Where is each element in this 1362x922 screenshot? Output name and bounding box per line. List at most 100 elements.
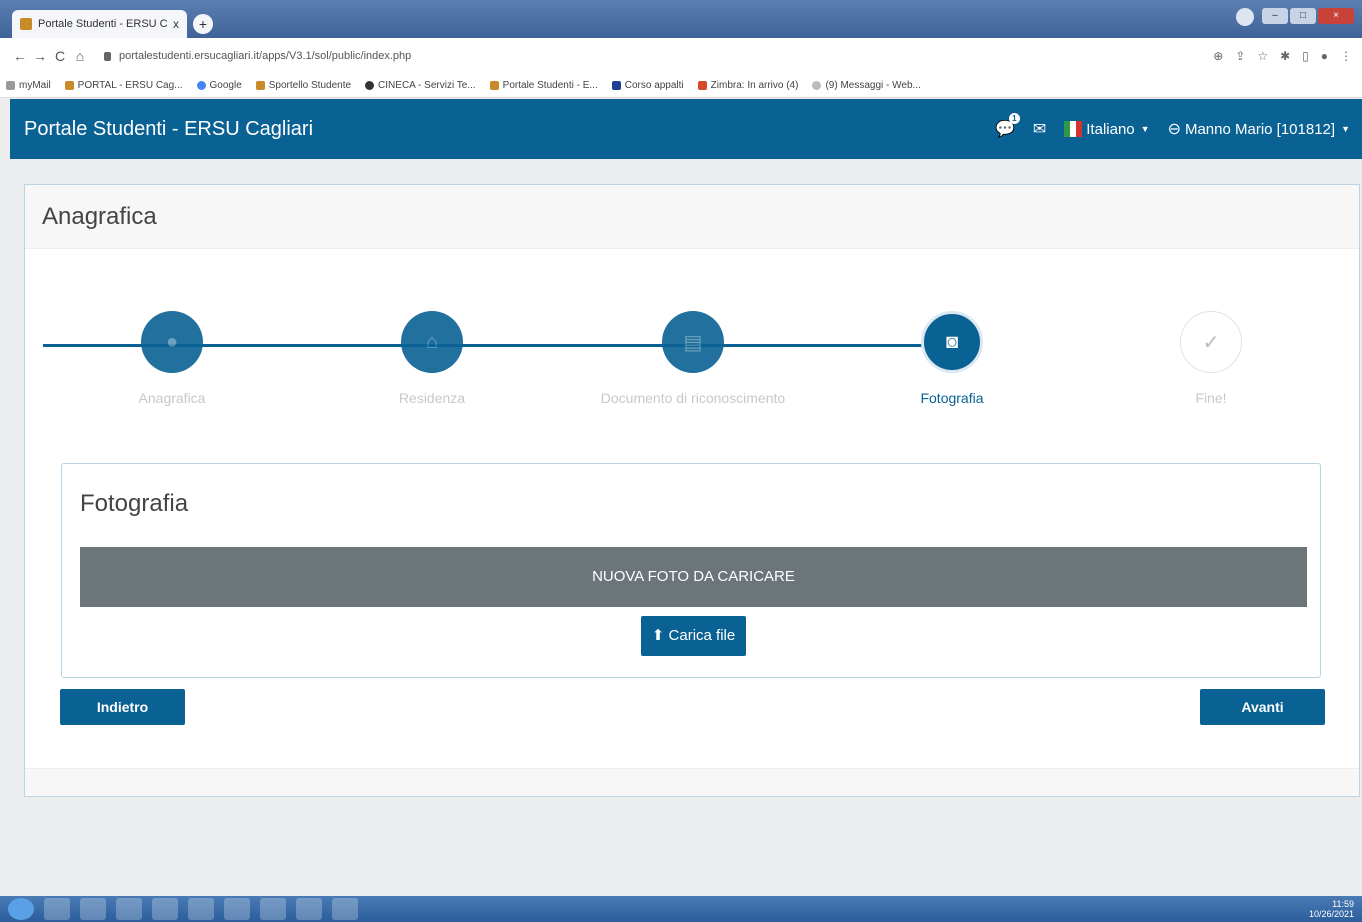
clock-time: 11:59 <box>1332 899 1354 909</box>
internet-explorer-icon[interactable] <box>44 898 70 920</box>
bookmark-icon <box>6 81 15 90</box>
url-field[interactable]: portalestudenti.ersucagliari.it/apps/V3.… <box>104 50 411 62</box>
lock-icon <box>104 51 111 61</box>
step-fotografia[interactable]: ◙ Fotografia <box>872 311 1032 406</box>
media-player-icon[interactable] <box>116 898 142 920</box>
bookmark-item[interactable]: Google <box>196 80 242 91</box>
publisher-icon[interactable] <box>188 898 214 920</box>
profile-icon[interactable]: ● <box>1321 49 1328 63</box>
sidebar-icon[interactable]: ▯ <box>1302 49 1309 63</box>
panel-footer <box>25 768 1359 796</box>
bookmark-icon <box>611 81 621 90</box>
step-label: Documento di riconoscimento <box>600 390 786 406</box>
language-selector[interactable]: Italiano ▼ <box>1064 120 1150 138</box>
step-residenza[interactable]: ⌂ Residenza <box>352 311 512 406</box>
address-bar: ← → C ⌂ portalestudenti.ersucagliari.it/… <box>0 38 1362 74</box>
share-icon[interactable]: ⇪ <box>1235 49 1245 63</box>
step-documento[interactable]: ▤ Documento di riconoscimento <box>593 311 793 406</box>
close-window-icon[interactable]: × <box>1318 8 1354 24</box>
app-navbar: Portale Studenti - ERSU Cagliari 💬 1 ✉ It… <box>10 99 1362 159</box>
upload-file-button[interactable]: ⬆ Carica file <box>641 616 746 656</box>
step-anagrafica[interactable]: ● Anagrafica <box>92 311 252 406</box>
bookmark-item[interactable]: Corso appalti <box>611 80 684 91</box>
back-button[interactable]: Indietro <box>60 689 185 725</box>
word-icon[interactable] <box>260 898 286 920</box>
reload-icon[interactable]: C <box>50 48 70 64</box>
bookmark-item[interactable]: PORTAL - ERSU Cag... <box>64 80 183 91</box>
bookmark-item[interactable]: myMail <box>6 80 51 91</box>
system-tray[interactable]: 11:59 10/26/2021 <box>1309 899 1354 919</box>
bookmark-icon <box>697 81 707 90</box>
bookmark-star-icon[interactable]: ☆ <box>1257 49 1268 63</box>
caret-down-icon: ▼ <box>1341 124 1350 134</box>
bookmarks-bar: myMail PORTAL - ERSU Cag... Google Sport… <box>0 74 1362 98</box>
user-menu[interactable]: ⊖ Manno Mario [101812] ▼ <box>1168 119 1350 139</box>
card-title: Fotografia <box>80 490 189 517</box>
bookmark-icon <box>365 81 375 90</box>
bookmark-item[interactable]: (9) Messaggi - Web... <box>812 80 921 91</box>
photo-card: Fotografia NUOVA FOTO DA CARICARE ⬆ Cari… <box>61 463 1321 678</box>
clock-date: 10/26/2021 <box>1308 909 1354 919</box>
new-tab-button[interactable]: + <box>193 14 213 34</box>
url-text: portalestudenti.ersucagliari.it/apps/V3.… <box>119 50 412 62</box>
forward-arrow-icon[interactable]: → <box>30 48 50 64</box>
upload-label: Carica file <box>668 627 736 644</box>
browser-tabbar: Portale Studenti - ERSU Caglian x + – □ … <box>0 0 1362 38</box>
mail-icon[interactable]: ✉ <box>1033 119 1046 139</box>
notifications-icon[interactable]: 💬 1 <box>995 113 1020 139</box>
step-label: Fine! <box>1195 390 1227 406</box>
browser-toolbar-icons: ⊕ ⇪ ☆ ✱ ▯ ● ⋮ <box>1213 49 1352 63</box>
notification-badge: 1 <box>1008 113 1020 124</box>
camera-icon: ◙ <box>921 311 983 373</box>
bookmark-icon <box>64 81 74 90</box>
maximize-icon[interactable]: □ <box>1290 8 1316 24</box>
start-button-icon[interactable] <box>8 898 34 920</box>
home-icon[interactable]: ⌂ <box>70 48 90 64</box>
step-label: Fotografia <box>920 390 984 406</box>
user-label: Manno Mario [101812] <box>1184 120 1336 138</box>
brand-title[interactable]: Portale Studenti - ERSU Cagliari <box>24 118 313 141</box>
bookmark-icon <box>489 81 499 90</box>
minimize-icon[interactable]: – <box>1262 8 1288 24</box>
step-fine[interactable]: ✓ Fine! <box>1131 311 1291 406</box>
window-controls: – □ × <box>1236 8 1354 26</box>
excel-icon[interactable] <box>224 898 250 920</box>
bookmark-icon <box>812 81 822 90</box>
back-arrow-icon[interactable]: ← <box>10 48 30 64</box>
check-icon: ✓ <box>1180 311 1242 373</box>
next-button[interactable]: Avanti <box>1200 689 1325 725</box>
browser-tab[interactable]: Portale Studenti - ERSU Caglian x <box>12 10 187 38</box>
main-panel: Anagrafica ● Anagrafica ⌂ Residenza ▤ Do… <box>24 184 1360 797</box>
photo-placeholder-bar: NUOVA FOTO DA CARICARE <box>80 547 1307 607</box>
bookmark-icon <box>255 81 265 90</box>
user-icon: ● <box>141 311 203 373</box>
zoom-icon[interactable]: ⊕ <box>1213 49 1223 63</box>
upload-icon: ⬆ <box>651 627 665 644</box>
navbar-right: 💬 1 ✉ Italiano ▼ ⊖ Manno Mario [101812] ▼ <box>995 113 1350 139</box>
site-favicon-icon <box>20 18 32 30</box>
tab-close-icon[interactable]: x <box>173 17 179 31</box>
panel-title: Anagrafica <box>25 185 1359 249</box>
app-icon[interactable] <box>332 898 358 920</box>
bookmark-item[interactable]: Sportello Studente <box>255 80 351 91</box>
bookmark-item[interactable]: Portale Studenti - E... <box>489 80 598 91</box>
profile-menu-icon[interactable] <box>1236 8 1254 26</box>
language-label: Italiano <box>1086 120 1135 138</box>
file-explorer-icon[interactable] <box>80 898 106 920</box>
step-label: Anagrafica <box>138 390 206 406</box>
document-icon: ▤ <box>662 311 724 373</box>
caret-down-icon: ▼ <box>1140 124 1150 134</box>
extensions-icon[interactable]: ✱ <box>1280 49 1290 63</box>
bookmark-item[interactable]: Zimbra: In arrivo (4) <box>697 80 798 91</box>
browser-menu-icon[interactable]: ⋮ <box>1340 49 1352 63</box>
google-icon <box>196 81 206 90</box>
chrome-icon[interactable] <box>152 898 178 920</box>
italy-flag-icon <box>1064 121 1083 137</box>
tab-title: Portale Studenti - ERSU Caglian <box>38 18 167 30</box>
app-icon[interactable] <box>296 898 322 920</box>
taskbar: 11:59 10/26/2021 <box>0 896 1362 922</box>
user-circle-icon: ⊖ <box>1167 121 1181 138</box>
home-icon: ⌂ <box>401 311 463 373</box>
bookmark-item[interactable]: CINECA - Servizi Te... <box>365 80 476 91</box>
step-label: Residenza <box>398 390 466 406</box>
